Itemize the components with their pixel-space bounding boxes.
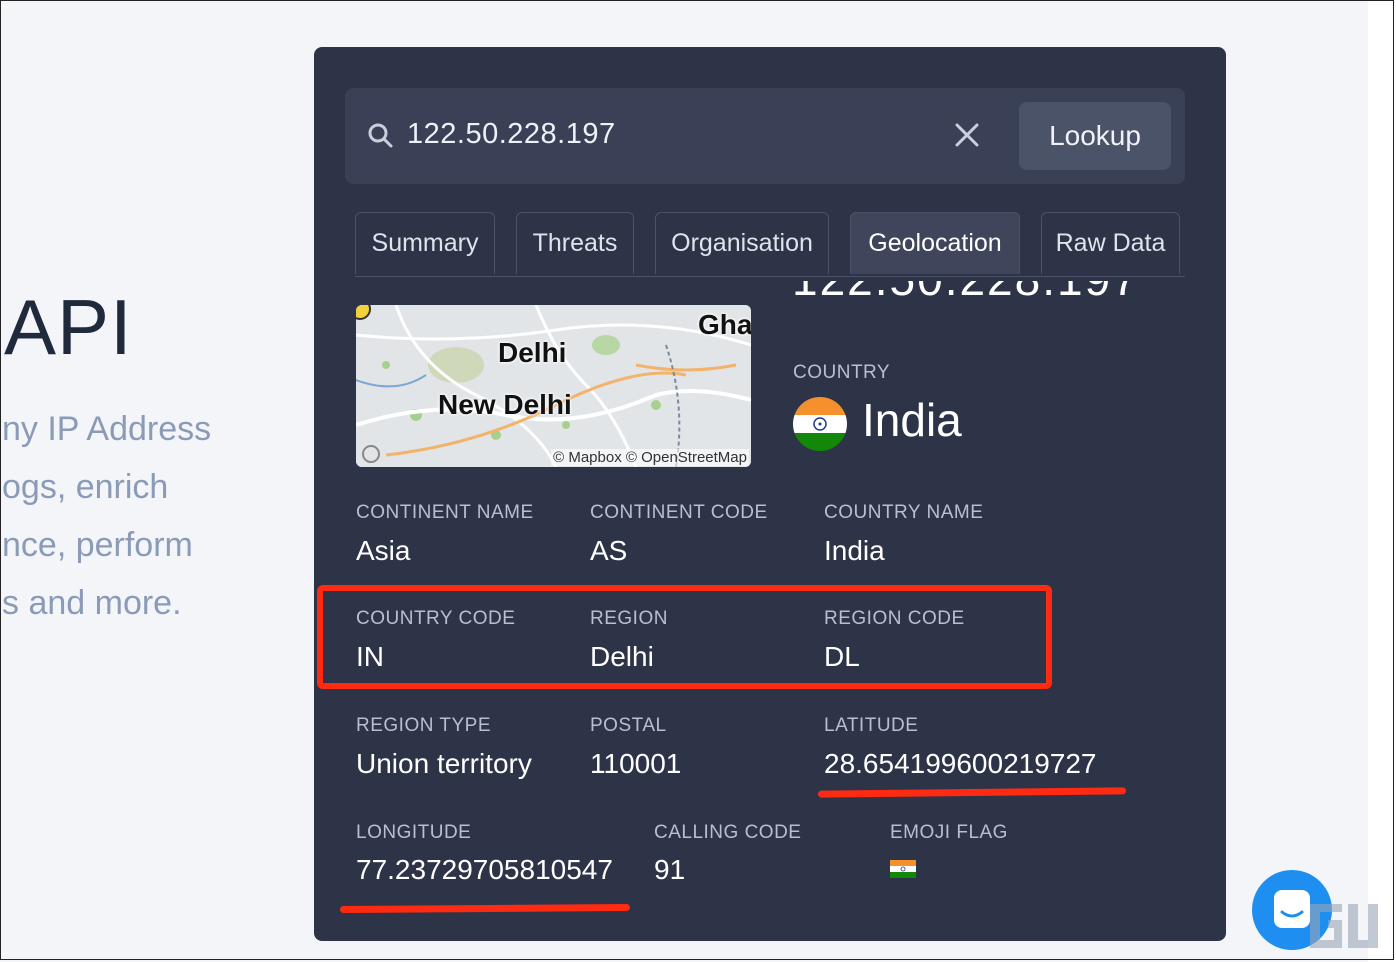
map-label: Delhi bbox=[498, 337, 567, 368]
ip-lookup-panel: 122.50.228.197 Lookup Summary Threats Or… bbox=[314, 47, 1226, 941]
map-label: Gha bbox=[698, 309, 751, 340]
lookup-button[interactable]: Lookup bbox=[1019, 102, 1171, 170]
country-name-value: India bbox=[824, 535, 885, 566]
calling-code-label: CALLING CODE bbox=[654, 822, 802, 843]
tab-raw-data[interactable]: Raw Data bbox=[1041, 212, 1180, 274]
hero-line: ogs, enrich bbox=[2, 468, 169, 506]
longitude-label: LONGITUDE bbox=[356, 822, 472, 843]
postal-label: POSTAL bbox=[590, 715, 667, 736]
latitude-label: LATITUDE bbox=[824, 715, 919, 736]
tab-geolocation[interactable]: Geolocation bbox=[850, 212, 1020, 274]
longitude-value: 77.23729705810547 bbox=[356, 854, 613, 885]
hero-line: s and more. bbox=[2, 584, 182, 622]
map-graphic bbox=[356, 305, 751, 467]
country-label: COUNTRY bbox=[793, 362, 891, 383]
india-flag-icon bbox=[793, 397, 847, 451]
continent-code-value: AS bbox=[590, 535, 628, 566]
hero-title: API bbox=[4, 283, 133, 371]
country-value: India bbox=[862, 394, 962, 446]
map-attribution[interactable]: © Mapbox © OpenStreetMap bbox=[551, 449, 749, 466]
hero-line: nce, perform bbox=[2, 526, 193, 564]
india-emoji-flag-icon bbox=[890, 860, 916, 878]
continent-code-label: CONTINENT CODE bbox=[590, 502, 768, 523]
tab-organisation[interactable]: Organisation bbox=[655, 212, 829, 274]
tab-bar: Summary Threats Organisation Geolocation… bbox=[355, 212, 1185, 277]
continent-name-value: Asia bbox=[356, 535, 411, 566]
close-icon[interactable] bbox=[953, 121, 981, 149]
location-map[interactable]: Delhi New Delhi Gha © Mapbox © OpenStree… bbox=[356, 305, 751, 467]
search-icon bbox=[368, 123, 393, 148]
postal-value: 110001 bbox=[590, 748, 682, 779]
map-label: New Delhi bbox=[438, 389, 572, 420]
emoji-flag-label: EMOJI FLAG bbox=[890, 822, 1008, 843]
ip-heading: 122.50.228.197 bbox=[792, 281, 1140, 317]
latitude-value: 28.654199600219727 bbox=[824, 748, 1097, 779]
calling-code-value: 91 bbox=[654, 854, 686, 885]
hero-line: ny IP Address bbox=[2, 410, 212, 448]
annotation-highlight-box bbox=[317, 585, 1052, 689]
continent-name-label: CONTINENT NAME bbox=[356, 502, 534, 523]
ip-heading-text: 122.50.228.197 bbox=[792, 281, 1140, 305]
tab-threats[interactable]: Threats bbox=[516, 212, 634, 274]
search-bar: 122.50.228.197 Lookup bbox=[345, 88, 1185, 184]
region-type-label: REGION TYPE bbox=[356, 715, 492, 736]
country-name-label: COUNTRY NAME bbox=[824, 502, 984, 523]
search-input[interactable]: 122.50.228.197 bbox=[407, 118, 616, 151]
mapbox-logo-icon bbox=[362, 445, 380, 463]
tab-summary[interactable]: Summary bbox=[355, 212, 495, 274]
watermark-logo-icon bbox=[1310, 904, 1378, 948]
page-right-edge bbox=[1368, 0, 1396, 962]
region-type-value: Union territory bbox=[356, 748, 532, 779]
